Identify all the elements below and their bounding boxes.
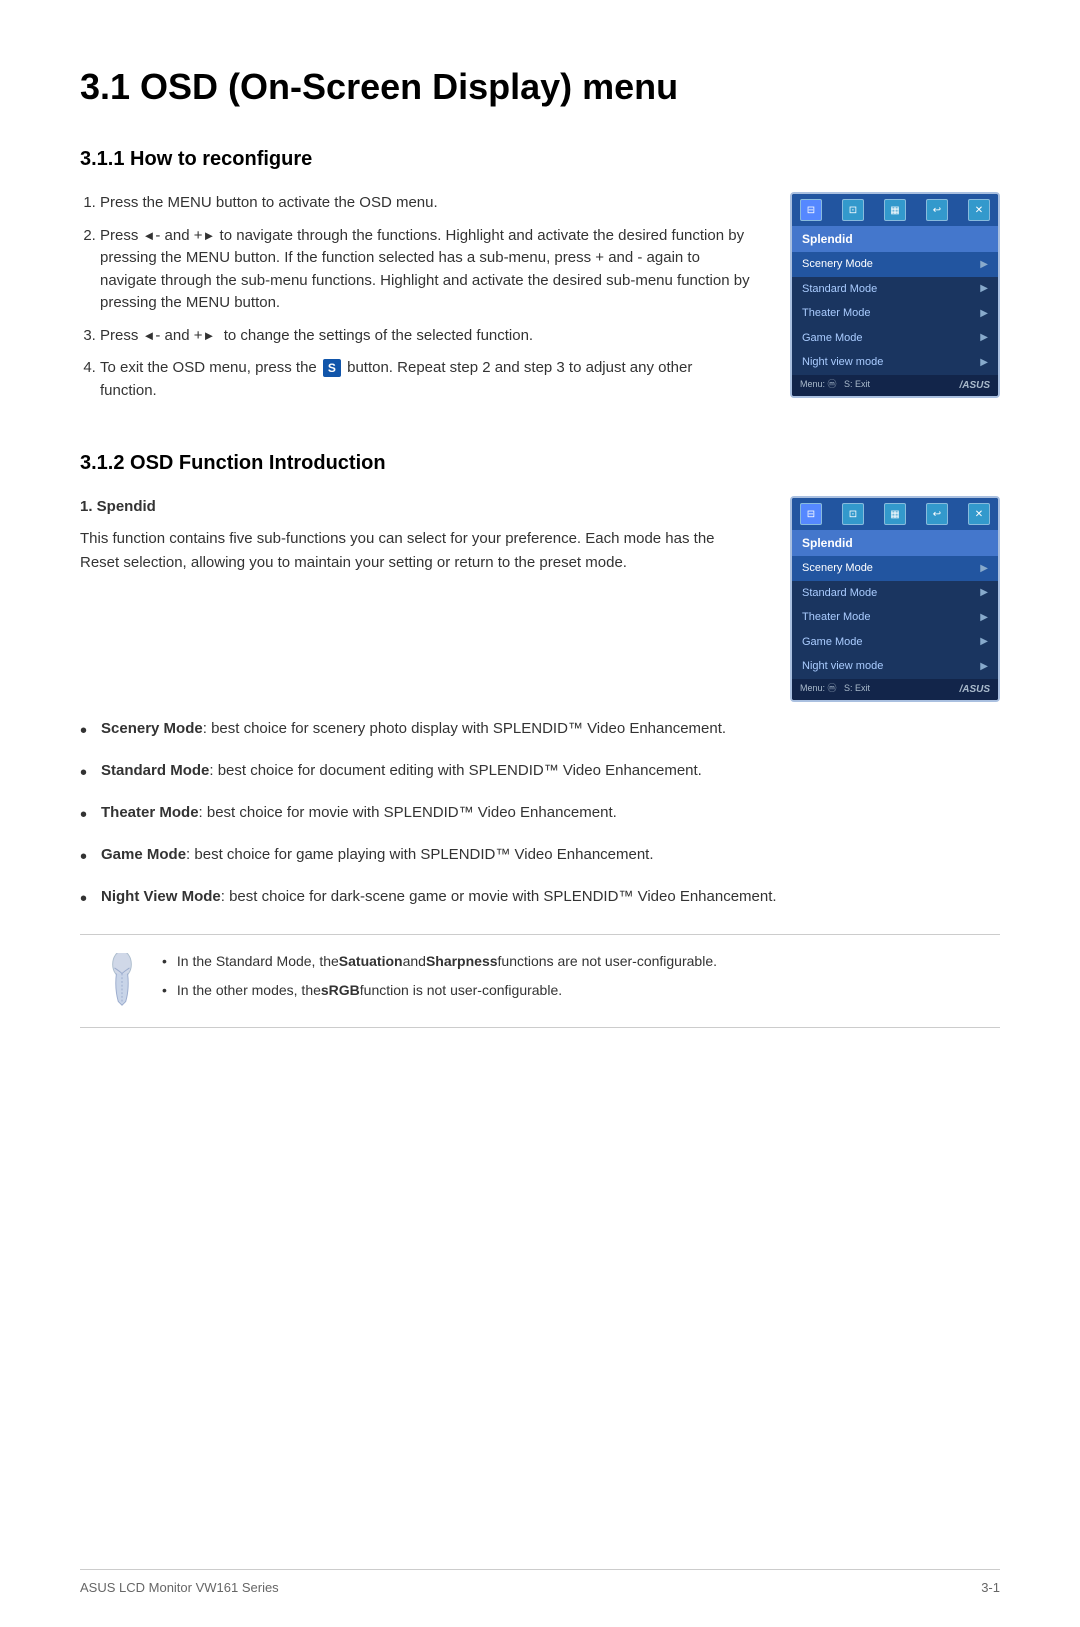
osd-footer-2: Menu: ⓜ S: Exit /ASUS [792,679,998,700]
note-feather-icon [100,951,144,1011]
page-footer: ASUS LCD Monitor VW161 Series 3-1 [80,1569,1000,1598]
section-title-reconfigure: 3.1.1 How to reconfigure [80,144,1000,174]
section-osd-text: 1. Spendid This function contains five s… [80,496,750,575]
osd-menu-body-1: Splendid Scenery Mode ▶ Standard Mode ▶ … [792,226,998,375]
osd-item-2-3: Theater Mode ▶ [792,605,998,630]
osd-footer-menu: Menu: ⓜ S: Exit [800,378,870,392]
osd-screen-1: ⊟ ⊡ ▦ ↩ ✕ Splendid Scenery Mode ▶ Standa… [790,192,1000,398]
section-reconfigure-row: Press the MENU button to activate the OS… [80,192,1000,412]
osd-icon-menu-2: ⊟ [800,503,822,525]
section-title-osd-intro: 3.1.2 OSD Function Introduction [80,448,1000,478]
footer-left: ASUS LCD Monitor VW161 Series [80,1578,279,1598]
note-box: In the Standard Mode, the Satuation and … [80,934,1000,1028]
osd-topbar-1: ⊟ ⊡ ▦ ↩ ✕ [792,194,998,226]
step-2: Press ◄- and +► to navigate through the … [100,225,750,315]
osd-item-2-5: Night view mode ▶ [792,654,998,679]
note-item-1: In the Standard Mode, the Satuation and … [162,951,717,972]
osd-icon-4: ↩ [926,199,948,221]
osd-icon-2b: ⊡ [842,503,864,525]
section-reconfigure: 3.1.1 How to reconfigure Press the MENU … [80,144,1000,412]
osd-footer-menu-2: Menu: ⓜ S: Exit [800,682,870,696]
osd-icon-3b: ▦ [884,503,906,525]
step-1: Press the MENU button to activate the OS… [100,192,750,215]
note-item-2: In the other modes, the sRGB function is… [162,980,717,1001]
note-content: In the Standard Mode, the Satuation and … [162,951,717,1009]
osd-icon-2: ⊡ [842,199,864,221]
bullet-nightview: Night View Mode: best choice for dark-sc… [80,886,1000,914]
section-osd-row: 1. Spendid This function contains five s… [80,496,1000,702]
spendid-intro: This function contains five sub-function… [80,527,750,575]
page-title: 3.1 OSD (On-Screen Display) menu [80,60,1000,114]
osd-item-2: Standard Mode ▶ [792,277,998,302]
note-list: In the Standard Mode, the Satuation and … [162,951,717,1001]
osd-item-2-2: Standard Mode ▶ [792,581,998,606]
asus-logo-1: /ASUS [959,378,990,393]
osd-icon-5: ✕ [968,199,990,221]
bullet-standard: Standard Mode: best choice for document … [80,760,1000,788]
asus-logo-2: /ASUS [959,682,990,697]
osd-menu-title-1: Splendid [792,226,998,252]
page: 3.1 OSD (On-Screen Display) menu 3.1.1 H… [0,0,1080,1627]
bullet-theater: Theater Mode: best choice for movie with… [80,802,1000,830]
mode-bullets: Scenery Mode: best choice for scenery ph… [80,718,1000,914]
steps-list: Press the MENU button to activate the OS… [80,192,750,402]
osd-screen-2: ⊟ ⊡ ▦ ↩ ✕ Splendid Scenery Mode ▶ Standa… [790,496,1000,702]
osd-item-2-4: Game Mode ▶ [792,630,998,655]
osd-topbar-2: ⊟ ⊡ ▦ ↩ ✕ [792,498,998,530]
s-button-icon: S [323,359,341,377]
step-3: Press ◄- and +► to change the settings o… [100,325,750,348]
section-osd-intro: 3.1.2 OSD Function Introduction 1. Spend… [80,448,1000,1028]
bullet-game: Game Mode: best choice for game playing … [80,844,1000,872]
osd-item-2-1: Scenery Mode ▶ [792,556,998,581]
osd-icon-4b: ↩ [926,503,948,525]
osd-menu-title-2: Splendid [792,530,998,556]
bullet-scenery: Scenery Mode: best choice for scenery ph… [80,718,1000,746]
osd-item-1: Scenery Mode ▶ [792,252,998,277]
osd-icon-3: ▦ [884,199,906,221]
osd-icon-menu: ⊟ [800,199,822,221]
section-reconfigure-text: Press the MENU button to activate the OS… [80,192,750,412]
step-4: To exit the OSD menu, press the S button… [100,357,750,402]
osd-item-5: Night view mode ▶ [792,350,998,375]
osd-menu-body-2: Splendid Scenery Mode ▶ Standard Mode ▶ … [792,530,998,679]
osd-item-3: Theater Mode ▶ [792,301,998,326]
osd-item-4: Game Mode ▶ [792,326,998,351]
osd-footer-1: Menu: ⓜ S: Exit /ASUS [792,375,998,396]
subsection-spendid-label: 1. Spendid [80,496,750,519]
footer-right: 3-1 [981,1578,1000,1598]
osd-icon-5b: ✕ [968,503,990,525]
